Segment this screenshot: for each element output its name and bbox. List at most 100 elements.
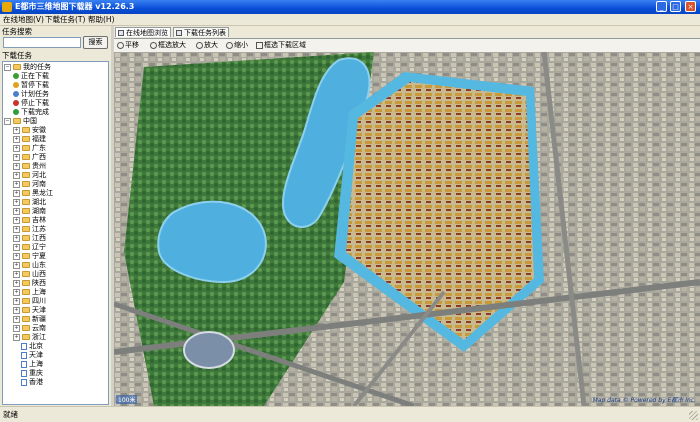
tab-online-map[interactable]: 在线地图浏览 bbox=[115, 27, 171, 37]
pan-tool[interactable]: 平移 bbox=[117, 40, 139, 51]
collapse-icon[interactable]: − bbox=[4, 117, 11, 125]
expand-icon[interactable]: + bbox=[13, 225, 20, 233]
expand-icon[interactable]: + bbox=[13, 216, 20, 224]
tree-node-province[interactable]: + 陕西 bbox=[13, 279, 46, 288]
tree-label: 河南 bbox=[32, 180, 46, 188]
task-tree[interactable]: − 我的任务 正在下载 暂停下载 计划任务 停止下载 下载完成 − 中国 + 安徽 + 福建 + 广东 + 广西… bbox=[2, 61, 109, 405]
tree-node-province[interactable]: + 贵州 bbox=[13, 162, 46, 171]
folder-icon bbox=[22, 226, 30, 232]
tree-node-task-status[interactable]: 正在下载 bbox=[13, 72, 49, 81]
expand-icon[interactable]: + bbox=[13, 270, 20, 278]
tree-node-province[interactable]: + 云南 bbox=[13, 324, 46, 333]
tool-label: 缩小 bbox=[234, 41, 248, 49]
folder-icon bbox=[22, 298, 30, 304]
tree-node-province[interactable]: + 天津 bbox=[13, 306, 46, 315]
document-icon bbox=[21, 378, 27, 386]
tree-node-province[interactable]: + 安徽 bbox=[13, 126, 46, 135]
expand-icon[interactable]: + bbox=[13, 153, 20, 161]
tree-node-task-status[interactable]: 计划任务 bbox=[13, 90, 49, 99]
expand-icon[interactable]: + bbox=[13, 297, 20, 305]
tree-node-china[interactable]: − 中国 bbox=[4, 117, 37, 126]
tree-node-province[interactable]: + 浙江 bbox=[13, 333, 46, 342]
tree-node-province[interactable]: + 湖北 bbox=[13, 198, 46, 207]
tree-node-task-status[interactable]: 停止下载 bbox=[13, 99, 49, 108]
tree-node-province[interactable]: + 河北 bbox=[13, 171, 46, 180]
expand-icon[interactable]: + bbox=[13, 261, 20, 269]
tree-node-province[interactable]: + 湖南 bbox=[13, 207, 46, 216]
expand-icon[interactable]: + bbox=[13, 288, 20, 296]
tree-node-task-status[interactable]: 下载完成 bbox=[13, 108, 49, 117]
menu-download-tasks[interactable]: 下载任务(T) bbox=[45, 14, 85, 25]
folder-icon bbox=[22, 208, 30, 214]
expand-icon[interactable]: + bbox=[13, 252, 20, 260]
expand-icon[interactable]: + bbox=[13, 333, 20, 341]
tree-node-province[interactable]: + 江苏 bbox=[13, 225, 46, 234]
tree-label: 云南 bbox=[32, 324, 46, 332]
tree-label: 停止下载 bbox=[21, 99, 49, 107]
tree-node-city[interactable]: 重庆 bbox=[21, 369, 43, 378]
resize-grip[interactable] bbox=[689, 411, 698, 420]
expand-icon[interactable]: + bbox=[13, 198, 20, 206]
maximize-button[interactable]: □ bbox=[670, 1, 681, 12]
zoom-in-tool[interactable]: 放大 bbox=[196, 40, 218, 51]
folder-icon bbox=[22, 307, 30, 313]
expand-icon[interactable]: + bbox=[13, 315, 20, 323]
tree-node-province[interactable]: + 河南 bbox=[13, 180, 46, 189]
folder-icon bbox=[22, 136, 30, 142]
expand-icon[interactable]: + bbox=[13, 234, 20, 242]
tree-node-province[interactable]: + 广东 bbox=[13, 144, 46, 153]
expand-icon[interactable]: + bbox=[13, 324, 20, 332]
tree-label: 安徽 bbox=[32, 126, 46, 134]
expand-icon[interactable]: + bbox=[13, 162, 20, 170]
close-button[interactable]: × bbox=[685, 1, 696, 12]
tree-node-city[interactable]: 上海 bbox=[21, 360, 43, 369]
zoom-out-tool[interactable]: 缩小 bbox=[226, 40, 248, 51]
tree-label: 正在下载 bbox=[21, 72, 49, 80]
status-bar: 就绪 bbox=[0, 406, 700, 422]
map-view[interactable]: 100米 Map data © Powered by E都市 Inc. bbox=[114, 52, 700, 406]
expand-icon[interactable]: + bbox=[13, 243, 20, 251]
tree-node-province[interactable]: + 四川 bbox=[13, 297, 46, 306]
tree-node-province[interactable]: + 吉林 bbox=[13, 216, 46, 225]
tree-node-province[interactable]: + 黑龙江 bbox=[13, 189, 53, 198]
menu-help[interactable]: 帮助(H) bbox=[88, 14, 115, 25]
tree-label: 重庆 bbox=[29, 369, 43, 377]
tree-node-province[interactable]: + 山西 bbox=[13, 270, 46, 279]
tree-node-city[interactable]: 北京 bbox=[21, 342, 43, 351]
theatre-dome bbox=[183, 331, 235, 369]
tree-node-province[interactable]: + 福建 bbox=[13, 135, 46, 144]
tree-node-province[interactable]: + 新疆 bbox=[13, 315, 46, 324]
search-button[interactable]: 搜索 bbox=[83, 36, 108, 49]
menu-online-map[interactable]: 在线地图(V) bbox=[3, 14, 44, 25]
tree-node-province[interactable]: + 宁夏 bbox=[13, 252, 46, 261]
expand-icon[interactable]: + bbox=[13, 279, 20, 287]
expand-icon[interactable]: + bbox=[13, 207, 20, 215]
expand-icon[interactable]: + bbox=[13, 180, 20, 188]
expand-icon[interactable]: + bbox=[13, 144, 20, 152]
expand-icon[interactable]: + bbox=[13, 126, 20, 134]
tree-node-province[interactable]: + 江西 bbox=[13, 234, 46, 243]
tree-node-my-tasks[interactable]: − 我的任务 bbox=[4, 63, 51, 72]
task-search-input[interactable] bbox=[3, 37, 81, 48]
expand-icon[interactable]: + bbox=[13, 135, 20, 143]
tree-node-city[interactable]: 天津 bbox=[21, 351, 43, 360]
tree-node-province[interactable]: + 上海 bbox=[13, 288, 46, 297]
folder-icon bbox=[22, 244, 30, 250]
tree-node-province[interactable]: + 山东 bbox=[13, 261, 46, 270]
collapse-icon[interactable]: − bbox=[4, 63, 11, 71]
expand-icon[interactable]: + bbox=[13, 189, 20, 197]
tree-node-task-status[interactable]: 暂停下载 bbox=[13, 81, 49, 90]
zoom-box-tool[interactable]: 框选放大 bbox=[150, 40, 186, 51]
tab-download-list[interactable]: 下载任务列表 bbox=[173, 27, 229, 37]
map-canvas[interactable] bbox=[114, 52, 700, 406]
expand-icon[interactable]: + bbox=[13, 306, 20, 314]
expand-icon[interactable]: + bbox=[13, 171, 20, 179]
tree-label: 陕西 bbox=[32, 279, 46, 287]
status-icon bbox=[13, 100, 19, 106]
tree-node-province[interactable]: + 辽宁 bbox=[13, 243, 46, 252]
minimize-button[interactable]: _ bbox=[656, 1, 667, 12]
select-download-area-tool[interactable]: 框选下载区域 bbox=[256, 40, 306, 51]
tree-node-city[interactable]: 香港 bbox=[21, 378, 43, 387]
tree-node-province[interactable]: + 广西 bbox=[13, 153, 46, 162]
tree-label: 中国 bbox=[23, 117, 37, 125]
